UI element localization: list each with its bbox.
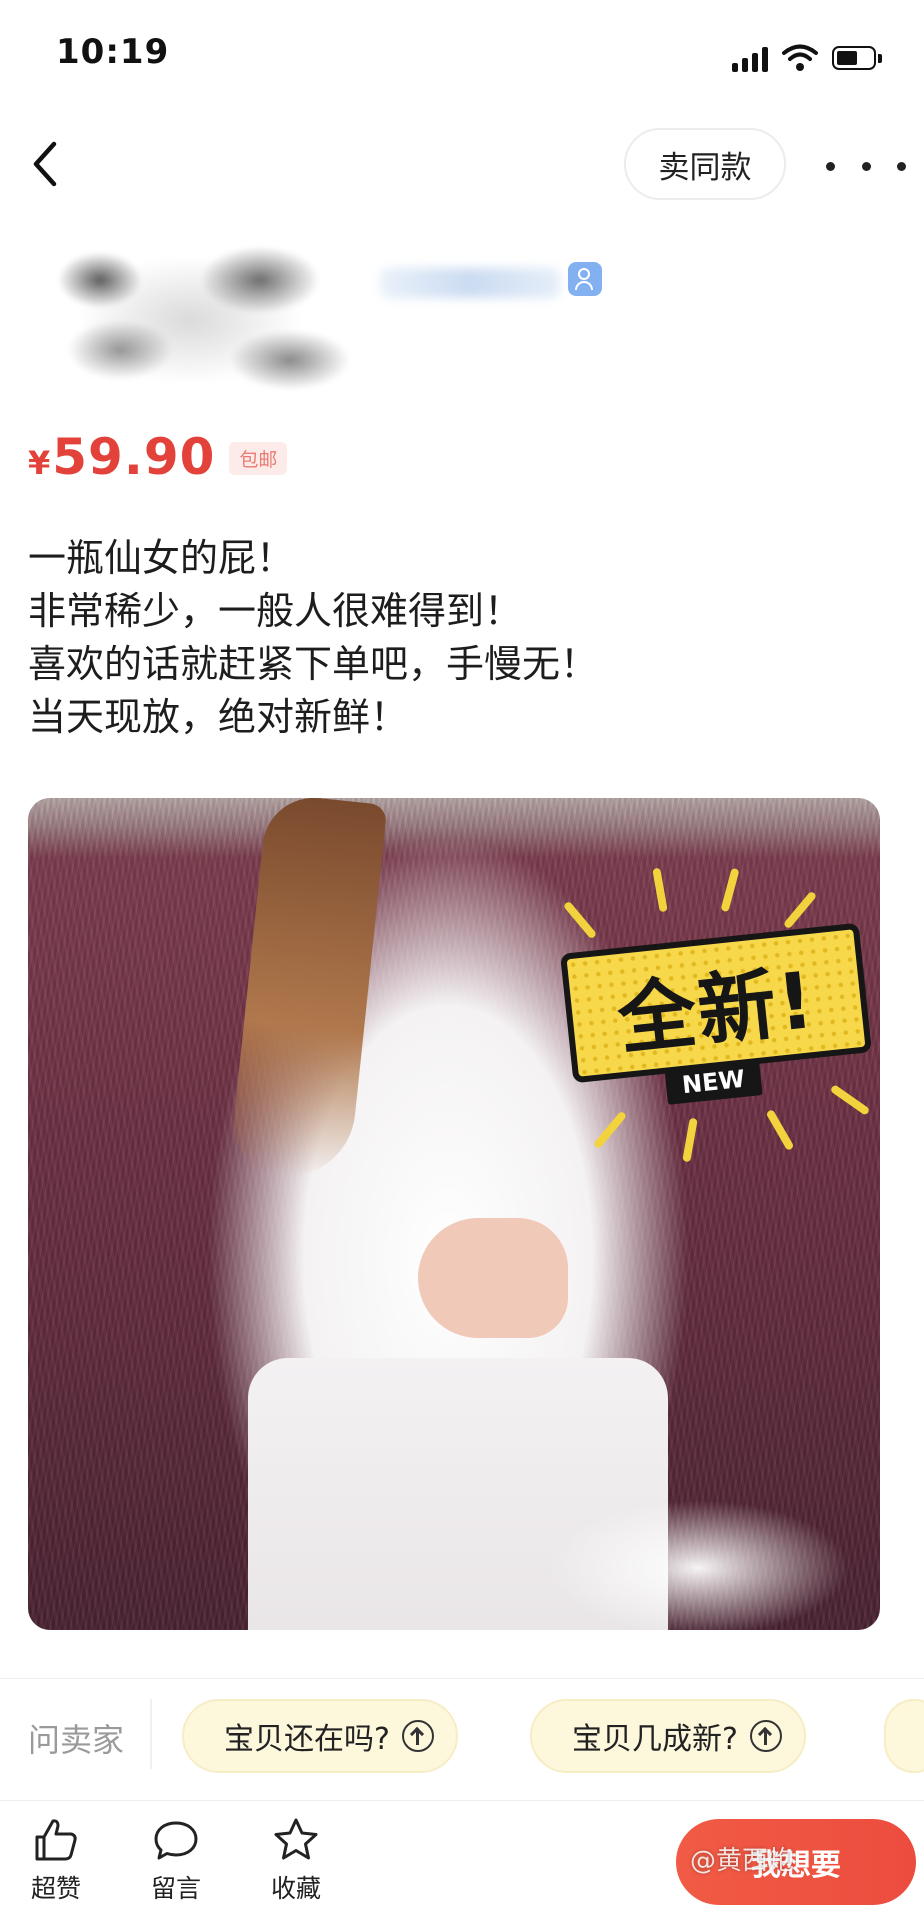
product-description: 一瓶仙女的屁！ 非常稀少，一般人很难得到！ 喜欢的话就赶紧下单吧，手慢无！ 当天…: [28, 532, 908, 744]
send-up-icon: [749, 1720, 782, 1752]
currency-symbol: ¥: [28, 444, 51, 482]
like-button[interactable]: 超赞: [16, 1815, 96, 1915]
status-time: 10:19: [56, 32, 170, 72]
favorite-button[interactable]: 收藏: [256, 1815, 336, 1915]
obscured-patch: [498, 1458, 880, 1630]
comment-label: 留言: [150, 1874, 201, 1903]
price-row: ¥ 59.90 包邮: [28, 428, 288, 498]
description-line: 非常稀少，一般人很难得到！: [28, 589, 523, 633]
product-photo[interactable]: 全新! NEW: [28, 798, 880, 1630]
send-up-icon: [401, 1720, 434, 1752]
seller-name-obscured: [380, 268, 560, 298]
ask-seller-label: 问卖家: [28, 1721, 125, 1759]
description-line: 当天现放，绝对新鲜！: [28, 695, 409, 739]
wifi-icon: [782, 44, 818, 71]
favorite-label: 收藏: [270, 1874, 321, 1903]
description-line: 喜欢的话就赶紧下单吧，手慢无！: [28, 642, 599, 686]
back-arrow-icon: [33, 141, 57, 187]
ask-seller-row: 问卖家 宝贝还在吗? 宝贝几成新?: [0, 1678, 924, 1789]
more-options-button[interactable]: [826, 146, 906, 186]
free-shipping-badge: 包邮: [229, 442, 288, 475]
more-dot-icon: [897, 161, 906, 171]
cellular-signal-icon: [732, 46, 768, 72]
description-line: 一瓶仙女的屁！: [28, 536, 295, 580]
price-value: 59.90: [52, 428, 216, 486]
quick-question-condition[interactable]: 宝贝几成新?: [530, 1699, 806, 1773]
divider: [150, 1699, 152, 1769]
comment-button[interactable]: 留言: [136, 1815, 216, 1915]
status-bar: 10:19: [0, 0, 924, 110]
comment-bubble-icon: [154, 1821, 198, 1860]
watermark: @黄西炮: [690, 1846, 795, 1876]
thumbs-up-icon: [35, 1819, 77, 1861]
new-sticker: 全新! NEW: [546, 867, 880, 1168]
quick-question-text: 宝贝几成新?: [572, 1722, 738, 1757]
person-hand: [418, 1218, 568, 1338]
more-dot-icon: [861, 161, 871, 171]
quick-question-partial[interactable]: [884, 1699, 924, 1773]
status-icons: [732, 38, 884, 72]
like-label: 超赞: [30, 1874, 81, 1903]
seller-avatar-obscured: [10, 220, 370, 400]
quick-question-text: 宝贝还在吗?: [224, 1722, 390, 1757]
verified-seller-icon: [568, 262, 602, 296]
seller-info[interactable]: [0, 190, 924, 410]
star-icon: [274, 1818, 318, 1860]
more-dot-icon: [826, 161, 835, 171]
sticker-banner: 全新!: [560, 922, 872, 1084]
back-button[interactable]: [22, 134, 72, 194]
quick-question-still-available[interactable]: 宝贝还在吗?: [182, 1699, 458, 1773]
sticker-text: 全新!: [613, 955, 820, 1067]
battery-icon: [832, 46, 884, 72]
